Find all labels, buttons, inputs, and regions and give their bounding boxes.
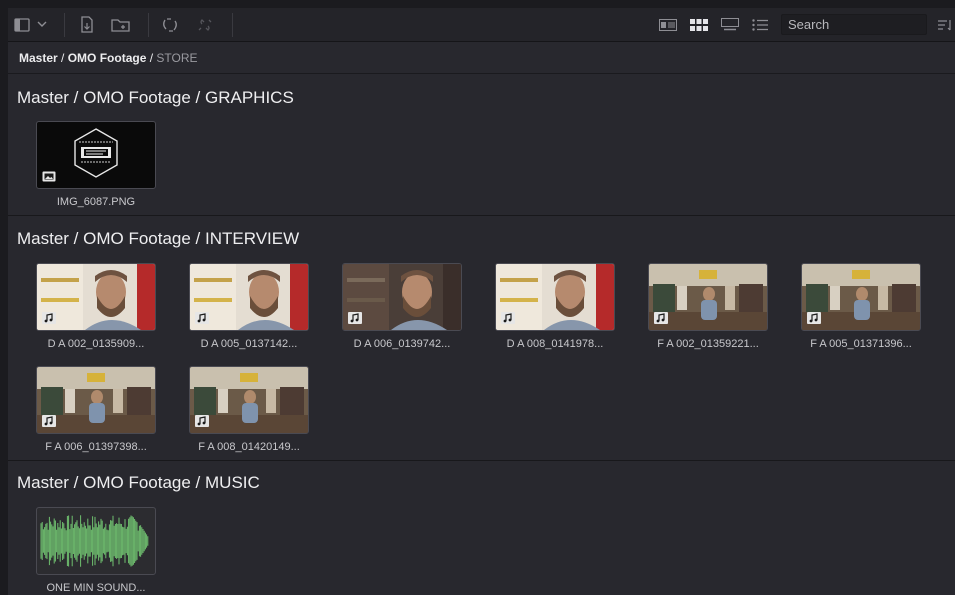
waveform-graphic: [40, 515, 149, 567]
chevron-down-icon[interactable]: [35, 8, 49, 41]
breadcrumb-separator: /: [57, 51, 68, 65]
clip-name: D A 005_0137142...: [200, 338, 298, 350]
clip-name: F A 002_01359221...: [657, 338, 759, 350]
clip-thumbnail[interactable]: ONE MIN SOUND...: [36, 507, 156, 595]
breadcrumb-item-master[interactable]: Master: [19, 51, 58, 65]
filmstrip-view-icon[interactable]: [718, 8, 742, 41]
clip-name: F A 006_01397398...: [45, 441, 147, 453]
media-pool-toolbar: [8, 8, 955, 42]
import-media-icon[interactable]: [75, 8, 99, 41]
clip-thumbnail[interactable]: D A 006_0139742...: [342, 263, 462, 355]
metadata-view-icon[interactable]: [656, 8, 680, 41]
toolbar-divider: [148, 13, 149, 37]
waveform-path: [40, 515, 149, 567]
search-field[interactable]: [781, 14, 927, 35]
breadcrumb: Master / OMO Footage / STORE: [8, 42, 955, 74]
audio-note-icon: [501, 311, 515, 324]
search-input[interactable]: [788, 17, 918, 32]
clip-thumbnail[interactable]: F A 002_01359221...: [648, 263, 768, 355]
new-bin-icon[interactable]: [108, 8, 134, 41]
clip-thumbnail[interactable]: F A 006_01397398...: [36, 366, 156, 458]
audio-note-icon: [195, 414, 209, 427]
clip-thumbnail[interactable]: D A 005_0137142...: [189, 263, 309, 355]
unlink-icon[interactable]: [193, 8, 217, 41]
clip-name: D A 008_0141978...: [506, 338, 604, 350]
breadcrumb-separator: /: [146, 51, 157, 65]
clip-thumbnail[interactable]: F A 005_01371396...: [801, 263, 921, 355]
audio-waveform: [36, 507, 156, 575]
toolbar-divider: [64, 13, 65, 37]
clip-name: F A 008_01420149...: [198, 441, 300, 453]
clip-name: IMG_6087.PNG: [56, 196, 136, 208]
toolbar-divider: [232, 13, 233, 37]
audio-note-icon: [348, 311, 362, 324]
breadcrumb-item-omo-footage[interactable]: OMO Footage: [68, 51, 147, 65]
sort-icon[interactable]: [935, 8, 955, 41]
clip-thumbnail[interactable]: F A 008_01420149...: [189, 366, 309, 458]
audio-note-icon: [654, 311, 668, 324]
section-divider: [8, 215, 955, 216]
audio-note-icon: [42, 311, 56, 324]
audio-note-icon: [807, 311, 821, 324]
clip-thumbnail[interactable]: IMG_6087.PNG: [36, 121, 156, 213]
image-type-icon: [42, 169, 56, 182]
clip-name: F A 005_01371396...: [810, 338, 912, 350]
relink-icon[interactable]: [158, 8, 182, 41]
list-view-icon[interactable]: [749, 8, 771, 41]
clip-name: D A 002_0135909...: [47, 338, 145, 350]
thumbnail-view-icon[interactable]: [687, 8, 711, 41]
bin-title-interview: Master / OMO Footage / INTERVIEW: [17, 229, 300, 248]
section-divider: [8, 460, 955, 461]
audio-note-icon: [42, 414, 56, 427]
bin-title-graphics: Master / OMO Footage / GRAPHICS: [17, 88, 294, 107]
panel-toggle-icon[interactable]: [11, 8, 33, 41]
media-pool-panel: Master / OMO Footage / STORE Master / OM…: [8, 8, 955, 595]
bin-title-music: Master / OMO Footage / MUSIC: [17, 473, 260, 492]
clip-name: ONE MIN SOUND...: [46, 582, 146, 594]
clip-name: D A 006_0139742...: [353, 338, 451, 350]
clip-thumbnail[interactable]: D A 008_0141978...: [495, 263, 615, 355]
clip-thumbnail[interactable]: D A 002_0135909...: [36, 263, 156, 355]
breadcrumb-current: STORE: [156, 51, 198, 65]
audio-note-icon: [195, 311, 209, 324]
